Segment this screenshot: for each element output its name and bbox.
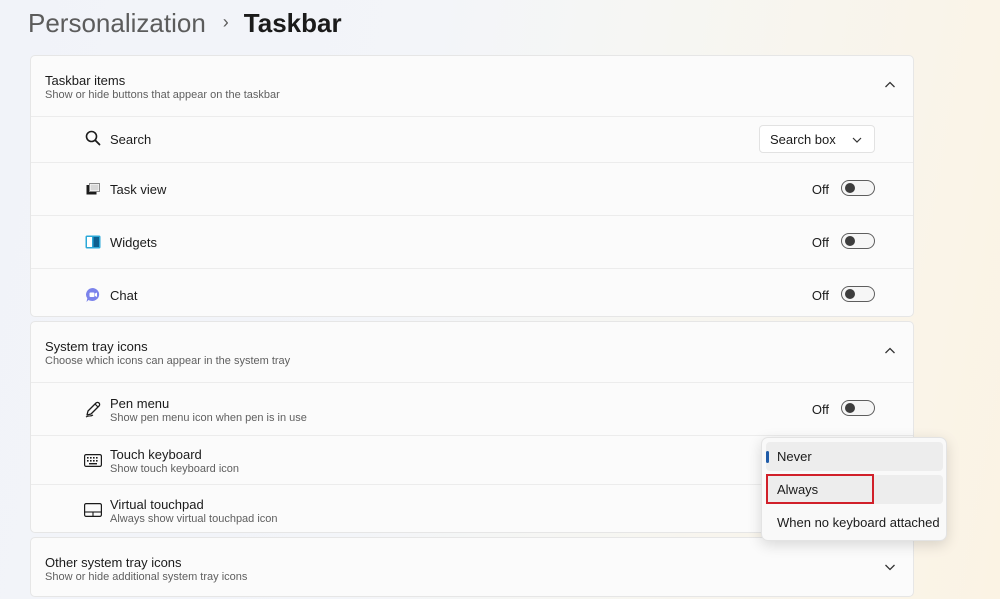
section-subtitle: Show or hide buttons that appear on the … <box>45 89 280 101</box>
section-subtitle: Choose which icons can appear in the sys… <box>45 355 291 367</box>
breadcrumb: Personalization › Taskbar <box>28 6 342 40</box>
task-view-icon <box>84 180 102 198</box>
toggle-state-label: Off <box>811 182 829 197</box>
setting-label: Chat <box>110 288 138 303</box>
option-label: Never <box>777 449 812 464</box>
setting-row-task-view: Task view Off <box>31 163 913 216</box>
chevron-down-icon[interactable] <box>883 560 897 574</box>
taskbar-items-section: Taskbar items Show or hide buttons that … <box>30 55 914 317</box>
chat-icon <box>84 286 102 304</box>
widgets-icon <box>84 233 102 251</box>
section-title: Other system tray icons <box>45 555 182 570</box>
page-title: Taskbar <box>243 7 342 38</box>
setting-row-pen-menu: Pen menu Show pen menu icon when pen is … <box>31 383 913 436</box>
setting-row-chat: Chat Off <box>31 269 913 316</box>
breadcrumb-parent[interactable]: Personalization <box>28 8 206 39</box>
other-tray-header[interactable]: Other system tray icons Show or hide add… <box>31 538 913 596</box>
chevron-up-icon[interactable] <box>883 344 897 358</box>
setting-label: Pen menu <box>110 396 170 411</box>
pen-menu-toggle[interactable] <box>841 400 875 416</box>
setting-label: Search <box>110 132 152 147</box>
breadcrumb-separator: › <box>222 11 229 32</box>
task-view-toggle[interactable] <box>841 180 875 196</box>
toggle-state-label: Off <box>811 235 829 250</box>
chevron-up-icon[interactable] <box>883 78 897 92</box>
setting-row-search: Search Search box <box>31 117 913 163</box>
touchpad-icon <box>84 501 102 519</box>
dropdown-value: Search box <box>770 132 836 147</box>
section-subtitle: Show or hide additional system tray icon… <box>45 571 248 583</box>
menu-option-when-no-keyboard[interactable]: When no keyboard attached <box>766 508 943 537</box>
section-title: Taskbar items <box>45 73 126 88</box>
setting-row-widgets: Widgets Off <box>31 216 913 269</box>
pen-icon <box>84 400 102 418</box>
setting-description: Show touch keyboard icon <box>110 463 240 475</box>
system-tray-header[interactable]: System tray icons Choose which icons can… <box>31 322 913 383</box>
selected-indicator <box>766 451 769 463</box>
setting-description: Always show virtual touchpad icon <box>110 513 278 525</box>
widgets-toggle[interactable] <box>841 233 875 249</box>
other-tray-section: Other system tray icons Show or hide add… <box>30 537 914 597</box>
toggle-state-label: Off <box>811 402 829 417</box>
keyboard-icon <box>84 451 102 469</box>
search-icon <box>84 129 102 147</box>
search-mode-dropdown[interactable]: Search box <box>759 125 875 153</box>
setting-description: Show pen menu icon when pen is in use <box>110 412 307 424</box>
setting-label: Touch keyboard <box>110 447 202 462</box>
menu-option-never[interactable]: Never <box>766 442 943 471</box>
section-title: System tray icons <box>45 339 148 354</box>
highlight-box <box>766 474 874 504</box>
chat-toggle[interactable] <box>841 286 875 302</box>
toggle-state-label: Off <box>811 288 829 303</box>
option-label: When no keyboard attached <box>777 515 940 530</box>
setting-label: Widgets <box>110 235 157 250</box>
setting-label: Task view <box>110 182 167 197</box>
taskbar-items-header[interactable]: Taskbar items Show or hide buttons that … <box>31 56 913 117</box>
setting-label: Virtual touchpad <box>110 497 204 512</box>
chevron-down-icon <box>852 137 862 143</box>
